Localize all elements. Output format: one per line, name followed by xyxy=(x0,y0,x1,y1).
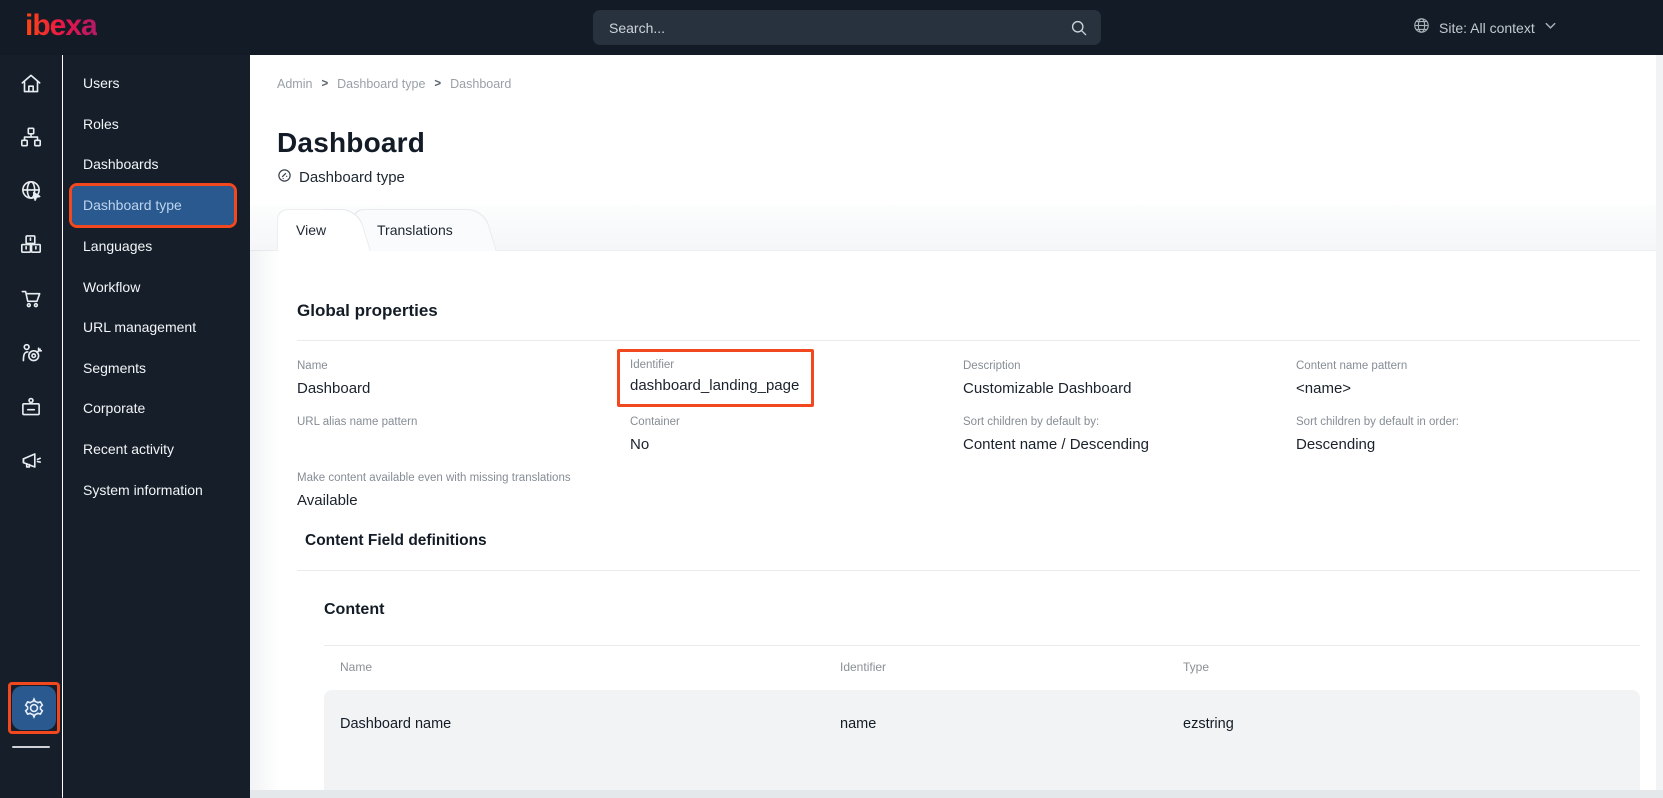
horizontal-scrollbar[interactable] xyxy=(250,790,1663,798)
sidebar-item-roles[interactable]: Roles xyxy=(63,104,250,145)
cell-field-identifier: name xyxy=(840,716,877,732)
field-value: Customizable Dashboard xyxy=(963,380,1132,397)
sidebar-item-languages[interactable]: Languages xyxy=(63,226,250,267)
annotation-highlight-dashboard-type: Dashboard type xyxy=(69,182,237,228)
table-header-type: Type xyxy=(1183,660,1210,674)
icon-rail xyxy=(0,55,62,798)
rail-divider xyxy=(12,746,50,748)
breadcrumb-separator: > xyxy=(434,78,442,90)
table-header-identifier: Identifier xyxy=(840,660,887,674)
sidebar-item-dashboards[interactable]: Dashboards xyxy=(63,144,250,185)
cell-field-type: ezstring xyxy=(1183,716,1234,732)
breadcrumb: Admin > Dashboard type > Dashboard xyxy=(277,77,511,91)
field-value: Dashboard xyxy=(297,380,371,397)
annotation-highlight-identifier: Identifier dashboard_landing_page xyxy=(617,349,814,407)
field-content-name-pattern: Content name pattern <name> xyxy=(1296,359,1407,399)
globe-icon xyxy=(1412,16,1431,40)
search-input[interactable] xyxy=(609,19,1069,36)
breadcrumb-separator: > xyxy=(321,78,329,90)
field-label: Sort children by default in order: xyxy=(1296,416,1460,428)
field-value: dashboard_landing_page xyxy=(630,377,800,394)
global-properties-heading: Global properties xyxy=(297,301,438,320)
vertical-scrollbar[interactable] xyxy=(1656,55,1663,790)
field-value: Descending xyxy=(1296,436,1376,453)
chevron-down-icon xyxy=(1543,18,1558,38)
field-container: Container No xyxy=(630,415,680,455)
field-sort-order: Sort children by default in order: Desce… xyxy=(1296,415,1459,455)
field-label: Make content available even with missing… xyxy=(297,472,571,484)
sidebar-item-url-management[interactable]: URL management xyxy=(63,307,250,348)
settings-gear-icon[interactable] xyxy=(12,686,56,730)
field-sort-by: Sort children by default by: Content nam… xyxy=(963,415,1149,455)
field-description: Description Customizable Dashboard xyxy=(963,359,1131,399)
site-globe-icon[interactable] xyxy=(0,170,62,212)
sidebar-item-segments[interactable]: Segments xyxy=(63,348,250,389)
content-type-label: Dashboard type xyxy=(299,169,405,186)
sidebar-item-users[interactable]: Users xyxy=(63,63,250,104)
corporate-badge-icon[interactable] xyxy=(0,386,62,428)
tab-view[interactable]: View xyxy=(277,209,341,251)
divider xyxy=(297,340,1640,341)
sidebar-item-dashboard-type[interactable]: Dashboard type xyxy=(72,185,234,225)
tab-view-label: View xyxy=(296,222,327,238)
main-content: Admin > Dashboard type > Dashboard Dashb… xyxy=(250,55,1663,798)
field-label: Name xyxy=(297,360,328,372)
divider xyxy=(297,570,1640,571)
field-value: Available xyxy=(297,492,358,509)
field-label: Content name pattern xyxy=(1296,360,1408,372)
content-field-definitions-heading: Content Field definitions xyxy=(305,532,487,549)
content-group-heading: Content xyxy=(324,601,385,618)
field-label: Identifier xyxy=(630,359,675,371)
field-value: No xyxy=(630,436,650,453)
field-value: Content name / Descending xyxy=(963,436,1149,453)
breadcrumb-dashboard-type[interactable]: Dashboard type xyxy=(337,77,425,91)
divider xyxy=(324,645,1640,646)
products-icon[interactable] xyxy=(0,223,62,265)
breadcrumb-admin[interactable]: Admin xyxy=(277,77,312,91)
breadcrumb-dashboard[interactable]: Dashboard xyxy=(450,77,511,91)
search-icon[interactable] xyxy=(1069,18,1089,38)
annotation-highlight-settings xyxy=(8,682,60,734)
tab-translations-label: Translations xyxy=(377,222,453,238)
global-search[interactable] xyxy=(593,10,1101,45)
field-label: URL alias name pattern xyxy=(297,416,418,428)
page-title: Dashboard xyxy=(277,127,426,158)
field-url-alias-pattern: URL alias name pattern xyxy=(297,415,417,435)
field-availability: Make content available even with missing… xyxy=(297,471,571,511)
sidebar-item-workflow[interactable]: Workflow xyxy=(63,266,250,307)
tab-translations[interactable]: Translations xyxy=(353,209,467,251)
field-label: Sort children by default by: xyxy=(963,416,1100,428)
field-value: <name> xyxy=(1296,380,1352,397)
commerce-cart-icon[interactable] xyxy=(0,277,62,319)
field-label: Description xyxy=(963,360,1021,372)
marketing-megaphone-icon[interactable] xyxy=(0,440,62,482)
rail-separator xyxy=(62,55,63,798)
sidebar-item-recent-activity[interactable]: Recent activity xyxy=(63,429,250,470)
site-context-label: Site: All context xyxy=(1439,19,1535,36)
content-type-subtitle: Dashboard type xyxy=(277,168,405,187)
home-icon[interactable] xyxy=(0,63,62,105)
sidebar-item-system-information[interactable]: System information xyxy=(63,469,250,510)
sidebar-item-corporate[interactable]: Corporate xyxy=(63,388,250,429)
content-tree-icon[interactable] xyxy=(0,116,62,158)
admin-sidebar: Users Roles Dashboards Dashboard type La… xyxy=(63,55,250,798)
top-bar: ibexa Site: All context xyxy=(0,0,1663,55)
table-row[interactable]: Dashboard name name ezstring xyxy=(324,690,1640,798)
table-header-name: Name xyxy=(340,660,373,674)
ibexa-logo[interactable]: ibexa xyxy=(25,9,98,43)
content-type-icon xyxy=(277,168,292,187)
field-name: Name Dashboard xyxy=(297,359,370,399)
site-context-selector[interactable]: Site: All context xyxy=(1412,0,1558,55)
field-label: Container xyxy=(630,416,680,428)
personalization-icon[interactable] xyxy=(0,332,62,374)
cell-field-name: Dashboard name xyxy=(340,716,452,732)
